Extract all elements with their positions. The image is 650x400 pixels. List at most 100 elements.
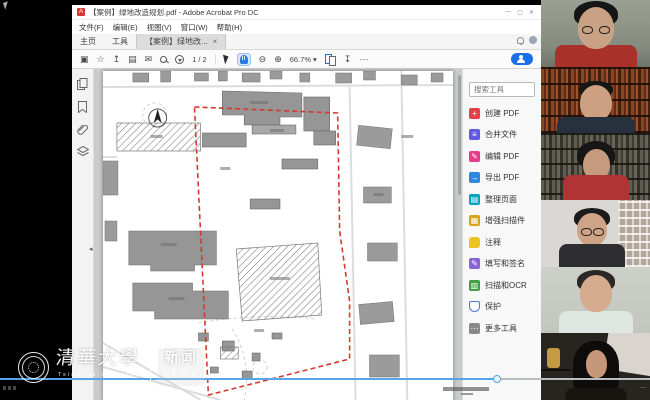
vertical-scrollbar[interactable] <box>458 75 461 195</box>
combine-files-icon: ≡ <box>469 129 480 140</box>
mail-icon[interactable]: ✉ <box>145 55 153 64</box>
star-icon[interactable]: ☆ <box>97 55 105 64</box>
tool-create-pdf[interactable]: + 创建 PDF <box>469 108 535 119</box>
news-cn-label: 新闻 <box>158 348 204 368</box>
tab-close-icon[interactable]: × <box>213 37 218 46</box>
page-view-icon[interactable] <box>325 54 336 65</box>
shelf-jar <box>547 348 560 368</box>
tool-label: 填写和签名 <box>485 258 525 269</box>
enhance-scans-icon: ▦ <box>469 215 480 226</box>
menu-edit[interactable]: 编辑(E) <box>113 22 138 33</box>
download-icon[interactable]: ↧ <box>344 55 352 64</box>
select-cursor-icon[interactable] <box>223 54 230 65</box>
avatar <box>581 228 604 234</box>
organize-pages-icon: ▤ <box>469 194 480 205</box>
search-icon[interactable] <box>160 56 167 63</box>
scan-ocr-icon: ▥ <box>469 280 480 291</box>
tab-home[interactable]: 主页 <box>72 34 104 49</box>
tab-document[interactable]: 【案例】绿地改... × <box>136 34 226 49</box>
news-badge: 新闻 NEWS <box>158 348 204 386</box>
layers-icon[interactable] <box>77 146 89 157</box>
avatar <box>582 26 610 32</box>
progress-knob[interactable] <box>493 375 501 383</box>
protect-shield-icon <box>469 301 480 312</box>
attachments-paperclip-icon[interactable] <box>77 124 88 135</box>
tool-scan-ocr[interactable]: ▥ 扫描和OCR <box>469 280 535 291</box>
print-icon[interactable]: ▤ <box>128 55 137 64</box>
menu-file[interactable]: 文件(F) <box>79 22 104 33</box>
tools-panel: + 创建 PDF ≡ 合并文件 ✎ 编辑 PDF → 导出 PDF ▤ 整理 <box>462 69 541 400</box>
tool-label: 导出 PDF <box>485 172 519 183</box>
tool-label: 注释 <box>485 237 501 248</box>
news-en-label: NEWS <box>158 368 204 378</box>
create-pdf-icon: + <box>469 108 480 119</box>
fill-sign-pen-icon: ✎ <box>469 258 480 269</box>
avatar <box>563 175 629 200</box>
participant-video-3[interactable] <box>541 133 650 200</box>
acrobat-logo-icon: A <box>77 8 85 16</box>
menu-help[interactable]: 帮助(H) <box>217 22 242 33</box>
shelf <box>541 369 571 371</box>
tool-organize-pages[interactable]: ▤ 整理页面 <box>469 194 535 205</box>
zoom-in-icon[interactable]: ⊕ <box>274 55 282 64</box>
window-controls: — ▢ ✕ <box>505 9 536 16</box>
notifications-bell-icon[interactable] <box>517 37 524 44</box>
page-thumbnails-icon[interactable] <box>77 78 88 90</box>
save-icon[interactable]: ▣ <box>80 55 89 64</box>
share-person-button[interactable] <box>511 53 533 65</box>
zoom-out-icon[interactable]: ⊖ <box>259 55 267 64</box>
avatar <box>586 350 607 378</box>
avatar <box>559 311 633 334</box>
participant-video-1[interactable] <box>541 0 650 67</box>
tsinghua-news-watermark: 清華大學 Tsinghua University 新闻 NEWS <box>0 340 300 400</box>
participant-video-4[interactable] <box>541 200 650 267</box>
tsinghua-english-text: Tsinghua University <box>58 372 148 378</box>
chevron-down-icon: ▾ <box>313 55 317 64</box>
tool-label: 保护 <box>485 301 501 312</box>
tool-edit-pdf[interactable]: ✎ 编辑 PDF <box>469 151 535 162</box>
page-current[interactable]: 1 <box>192 55 196 64</box>
tabbar: 主页 工具 【案例】绿地改... × <box>72 34 541 50</box>
tsinghua-seal-logo <box>18 352 49 383</box>
bookmarks-icon[interactable] <box>78 101 87 113</box>
tab-tools[interactable]: 工具 <box>104 34 136 49</box>
menubar: 文件(F) 编辑(E) 视图(V) 窗口(W) 帮助(H) <box>72 20 541 34</box>
participant-video-5[interactable] <box>541 267 650 334</box>
tool-fill-sign[interactable]: ✎ 填写和签名 <box>469 258 535 269</box>
minimize-button[interactable]: — <box>505 9 511 16</box>
tool-protect[interactable]: 保护 <box>469 301 535 312</box>
tool-enhance-scans[interactable]: ▦ 增强扫描件 <box>469 215 535 226</box>
maximize-button[interactable]: ▢ <box>517 9 523 16</box>
avatar <box>565 388 627 400</box>
video-frame: A 【案例】绿地改造规划.pdf - Adobe Acrobat Pro DC … <box>0 0 650 400</box>
more-tools-icon: ⋯ <box>469 323 480 334</box>
tool-comment[interactable]: 注释 <box>469 237 535 248</box>
menu-window[interactable]: 窗口(W) <box>181 22 208 33</box>
hand-tool-icon <box>240 55 248 64</box>
export-pdf-icon: → <box>469 172 480 183</box>
zoom-percent: 66.7% <box>290 55 311 64</box>
tool-label: 创建 PDF <box>485 108 519 119</box>
tsinghua-script-text: 清華大學 <box>55 343 144 370</box>
document-tab-label: 【案例】绿地改... <box>145 36 208 47</box>
zoom-level[interactable]: 66.7% ▾ <box>290 55 317 64</box>
hand-tool-selected[interactable] <box>237 53 251 66</box>
close-button[interactable]: ✕ <box>529 9 534 16</box>
tool-more-tools[interactable]: ⋯ 更多工具 <box>469 323 535 334</box>
titlebar: A 【案例】绿地改造规划.pdf - Adobe Acrobat Pro DC … <box>72 5 541 20</box>
share-upload-icon[interactable]: ↥ <box>113 55 121 64</box>
collapse-panel-arrow[interactable]: ◂ <box>89 245 93 253</box>
tool-combine-files[interactable]: ≡ 合并文件 <box>469 129 535 140</box>
watermark-divider <box>150 350 151 382</box>
tool-label: 更多工具 <box>485 323 517 334</box>
more-tools-icon[interactable]: ··· <box>359 55 368 64</box>
avatar <box>559 244 625 267</box>
account-avatar[interactable] <box>529 36 537 44</box>
page-down-icon[interactable] <box>175 55 184 64</box>
participant-video-6[interactable]: ··· <box>541 333 650 400</box>
tools-search-input[interactable] <box>469 82 535 97</box>
page-separator: / <box>198 55 200 64</box>
menu-view[interactable]: 视图(V) <box>147 22 172 33</box>
participant-video-2[interactable] <box>541 67 650 134</box>
tool-export-pdf[interactable]: → 导出 PDF <box>469 172 535 183</box>
